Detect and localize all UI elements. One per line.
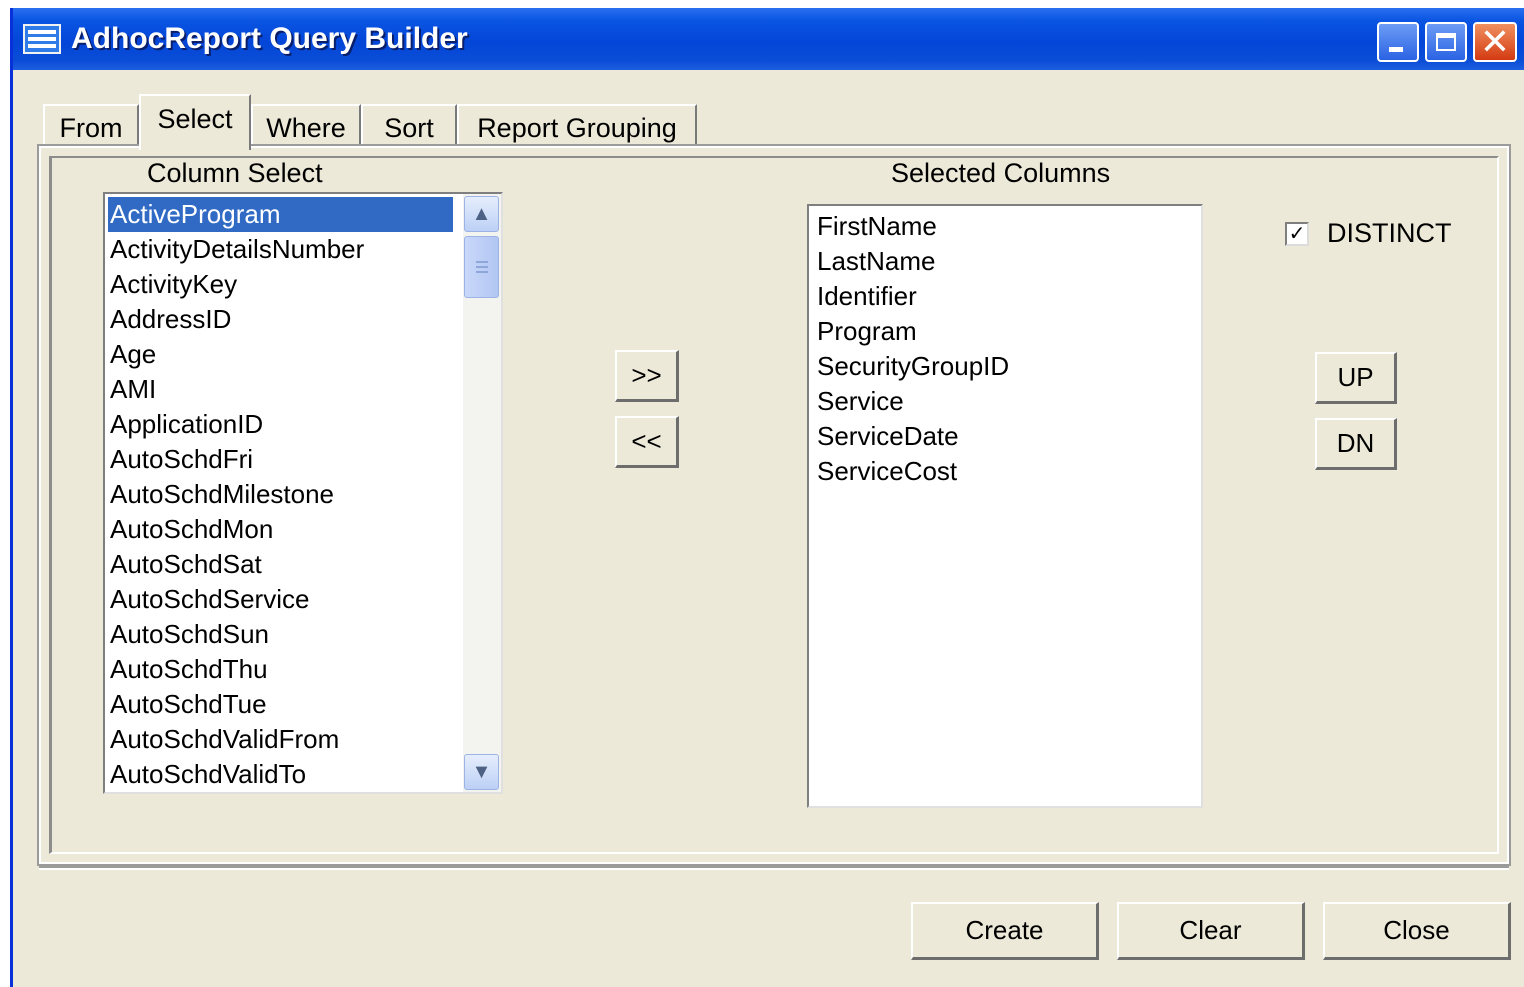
- minimize-icon: [1389, 47, 1403, 52]
- list-item[interactable]: Identifier: [817, 279, 917, 314]
- tab-where[interactable]: Where: [251, 104, 361, 150]
- selected-columns-list[interactable]: FirstName LastName Identifier Program Se…: [807, 204, 1203, 808]
- list-item[interactable]: AutoSchdSat: [110, 547, 262, 582]
- list-item[interactable]: AutoSchdMon: [110, 512, 273, 547]
- close-icon: ✕: [1479, 21, 1511, 62]
- grid-window-icon: [23, 24, 61, 54]
- move-down-button[interactable]: DN: [1315, 418, 1397, 470]
- list-item[interactable]: AutoSchdService: [110, 582, 309, 617]
- list-item[interactable]: AutoSchdValidFrom: [110, 722, 339, 757]
- list-item[interactable]: ActivityKey: [110, 267, 237, 302]
- remove-column-button[interactable]: <<: [615, 416, 679, 468]
- list-item[interactable]: Age: [110, 337, 156, 372]
- column-select-label: Column Select: [147, 158, 323, 188]
- list-item[interactable]: AutoSchdValidTo: [110, 757, 306, 792]
- window-title: AdhocReport Query Builder: [71, 22, 468, 55]
- tab-from[interactable]: From: [43, 104, 139, 150]
- column-select-list[interactable]: ActiveProgram ActivityDetailsNumber Acti…: [103, 192, 503, 794]
- list-item[interactable]: AMI: [110, 372, 156, 407]
- list-item[interactable]: AutoSchdSun: [110, 617, 269, 652]
- scroll-up-button[interactable]: ▲: [464, 196, 499, 232]
- close-window-button[interactable]: ✕: [1473, 22, 1517, 62]
- list-item[interactable]: AddressID: [110, 302, 231, 337]
- move-up-button[interactable]: UP: [1315, 352, 1397, 404]
- desktop-edge: [0, 0, 10, 987]
- list-item[interactable]: Program: [817, 314, 917, 349]
- selected-columns-label: Selected Columns: [891, 158, 1111, 188]
- maximize-button[interactable]: [1425, 22, 1467, 62]
- clear-button[interactable]: Clear: [1117, 902, 1305, 960]
- list-item[interactable]: AutoSchdTue: [110, 687, 267, 722]
- list-item[interactable]: ApplicationID: [110, 407, 263, 442]
- list-item[interactable]: SecurityGroupID: [817, 349, 1009, 384]
- create-button[interactable]: Create: [911, 902, 1099, 960]
- chevron-down-icon: ▼: [471, 761, 492, 783]
- list-item[interactable]: ServiceDate: [817, 419, 959, 454]
- scroll-thumb[interactable]: [464, 236, 499, 298]
- distinct-checkbox[interactable]: ✓: [1285, 222, 1309, 246]
- tab-select[interactable]: Select: [139, 94, 251, 150]
- add-column-button[interactable]: >>: [615, 350, 679, 402]
- select-tab-panel: Column Select ActiveProgram ActivityDeta…: [37, 144, 1511, 866]
- distinct-label: DISTINCT: [1327, 218, 1452, 248]
- column-list-scrollbar[interactable]: ▲ ▼: [463, 194, 501, 792]
- list-item[interactable]: AutoSchdThu: [110, 652, 268, 687]
- list-item[interactable]: LastName: [817, 244, 936, 279]
- list-item[interactable]: FirstName: [817, 209, 937, 244]
- list-item[interactable]: Service: [817, 384, 904, 419]
- tab-sort[interactable]: Sort: [361, 104, 457, 150]
- title-bar[interactable]: AdhocReport Query Builder ✕: [13, 8, 1524, 70]
- tab-report-grouping[interactable]: Report Grouping: [457, 104, 697, 150]
- minimize-button[interactable]: [1377, 22, 1419, 62]
- footer-divider: [39, 866, 1509, 870]
- list-item[interactable]: ActivityDetailsNumber: [110, 232, 364, 267]
- scroll-down-button[interactable]: ▼: [464, 754, 499, 790]
- chevron-up-icon: ▲: [471, 203, 492, 225]
- list-item[interactable]: ServiceCost: [817, 454, 957, 489]
- close-button[interactable]: Close: [1323, 902, 1511, 960]
- list-item[interactable]: AutoSchdFri: [110, 442, 253, 477]
- list-item-selected[interactable]: ActiveProgram: [108, 197, 453, 232]
- query-builder-window: AdhocReport Query Builder ✕ From Select …: [10, 8, 1524, 987]
- maximize-icon: [1436, 33, 1456, 51]
- list-item[interactable]: AutoSchdMilestone: [110, 477, 334, 512]
